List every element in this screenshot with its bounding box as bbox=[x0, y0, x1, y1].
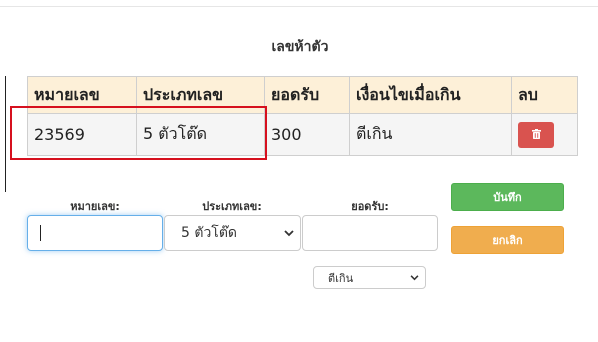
cell-condition: ตีเกิน bbox=[349, 113, 512, 156]
table-row: 23569 5 ตัวโต๊ด 300 ตีเกิน bbox=[27, 113, 578, 156]
cancel-button[interactable]: ยกเลิก bbox=[451, 226, 564, 254]
col-header-type: ประเภทเลข bbox=[136, 76, 265, 114]
left-panel-edge bbox=[0, 76, 6, 192]
cell-delete bbox=[511, 113, 578, 156]
save-button[interactable]: บันทึก bbox=[451, 183, 564, 211]
type-field-label: ประเภทเลข: bbox=[202, 200, 262, 213]
type-select[interactable]: 5 ตัวโต๊ด bbox=[164, 215, 301, 251]
col-header-number: หมายเลข bbox=[27, 76, 137, 114]
trash-icon bbox=[531, 128, 541, 142]
delete-row-button[interactable] bbox=[518, 121, 554, 148]
col-header-amount: ยอดรับ bbox=[264, 76, 350, 114]
table-header-row: หมายเลข ประเภทเลข ยอดรับ เงื่อนไขเมื่อเก… bbox=[27, 76, 578, 114]
text-caret bbox=[40, 225, 41, 241]
condition-select[interactable]: ตีเกิน bbox=[313, 266, 426, 289]
number-field-label: หมายเลข: bbox=[70, 200, 120, 213]
col-header-condition: เงื่อนไขเมื่อเกิน bbox=[349, 76, 512, 114]
cell-number: 23569 bbox=[27, 113, 137, 156]
numbers-table: หมายเลข ประเภทเลข ยอดรับ เงื่อนไขเมื่อเก… bbox=[27, 76, 578, 156]
section-title: เลขห้าตัว bbox=[271, 39, 329, 55]
type-select-value: 5 ตัวโต๊ด bbox=[181, 225, 238, 241]
col-header-delete: ลบ bbox=[511, 76, 578, 114]
top-strip bbox=[0, 0, 598, 7]
chevron-down-icon bbox=[410, 274, 419, 281]
chevron-down-icon bbox=[284, 229, 294, 237]
amount-input[interactable] bbox=[302, 215, 438, 251]
condition-select-value: ตีเกิน bbox=[328, 271, 354, 285]
cell-amount: 300 bbox=[264, 113, 350, 156]
amount-field-label: ยอดรับ: bbox=[351, 200, 389, 213]
cell-type: 5 ตัวโต๊ด bbox=[136, 113, 265, 156]
number-input[interactable] bbox=[27, 215, 163, 251]
